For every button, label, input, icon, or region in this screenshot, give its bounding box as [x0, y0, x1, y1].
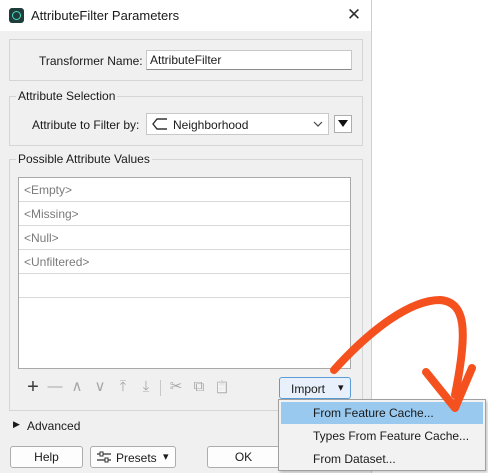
menu-item-types-from-feature-cache[interactable]: Types From Feature Cache...	[281, 425, 483, 447]
transformer-name-input[interactable]: AttributeFilter	[146, 50, 352, 70]
close-icon[interactable]: ✕	[343, 4, 365, 26]
import-button[interactable]: Import ▾	[279, 377, 351, 399]
move-up-icon[interactable]: ∧	[68, 378, 86, 396]
possible-values-group-label: Possible Attribute Values	[16, 152, 152, 166]
menu-item-from-feature-cache[interactable]: From Feature Cache...	[281, 402, 483, 424]
help-button[interactable]: Help	[10, 446, 83, 468]
attribute-values-list[interactable]: <Empty> <Missing> <Null> <Unfiltered>	[18, 177, 351, 369]
attribute-selection-group-label: Attribute Selection	[16, 89, 118, 103]
move-top-icon[interactable]: ⤒	[114, 378, 132, 396]
fme-app-icon	[9, 8, 24, 23]
chevron-down-icon: ▾	[338, 382, 344, 394]
paste-icon[interactable]: 📋	[213, 378, 231, 396]
title-bar: AttributeFilter Parameters ✕	[0, 0, 371, 31]
attribute-tag-icon	[152, 118, 167, 130]
attribute-options-button[interactable]	[334, 115, 352, 133]
menu-item-from-dataset[interactable]: From Dataset...	[281, 448, 483, 470]
list-item[interactable]: <Missing>	[19, 202, 350, 226]
presets-button[interactable]: Presets ▾	[90, 446, 176, 468]
attribute-select-value: Neighborhood	[173, 118, 249, 132]
triangle-down-icon	[338, 120, 348, 127]
presets-button-label: Presets	[116, 451, 157, 465]
attribute-filter-label: Attribute to Filter by:	[32, 118, 140, 132]
list-item-empty[interactable]	[19, 274, 350, 298]
remove-icon[interactable]: —	[46, 378, 64, 396]
advanced-section-label[interactable]: Advanced	[27, 419, 80, 433]
toolbar-separator	[160, 380, 161, 396]
chevron-down-icon: ▾	[163, 451, 169, 463]
import-menu: From Feature Cache... Types From Feature…	[278, 399, 486, 471]
move-bottom-icon[interactable]: ⤓	[137, 378, 155, 396]
list-item[interactable]: <Empty>	[19, 178, 350, 202]
ok-button[interactable]: OK	[207, 446, 280, 468]
add-icon[interactable]: +	[24, 377, 42, 397]
chevron-down-icon	[313, 121, 323, 127]
sliders-icon	[97, 451, 111, 463]
import-button-label: Import	[291, 382, 326, 396]
window-title: AttributeFilter Parameters	[31, 8, 180, 23]
list-item[interactable]: <Null>	[19, 226, 350, 250]
list-item[interactable]: <Unfiltered>	[19, 250, 350, 274]
attribute-select[interactable]: Neighborhood	[146, 113, 329, 135]
transformer-name-label: Transformer Name:	[39, 54, 143, 68]
move-down-icon[interactable]: ∨	[91, 378, 109, 396]
expand-caret-icon[interactable]: ▶	[13, 419, 20, 430]
copy-icon[interactable]: ⧉	[190, 378, 208, 396]
cut-icon[interactable]: ✂	[167, 378, 185, 396]
